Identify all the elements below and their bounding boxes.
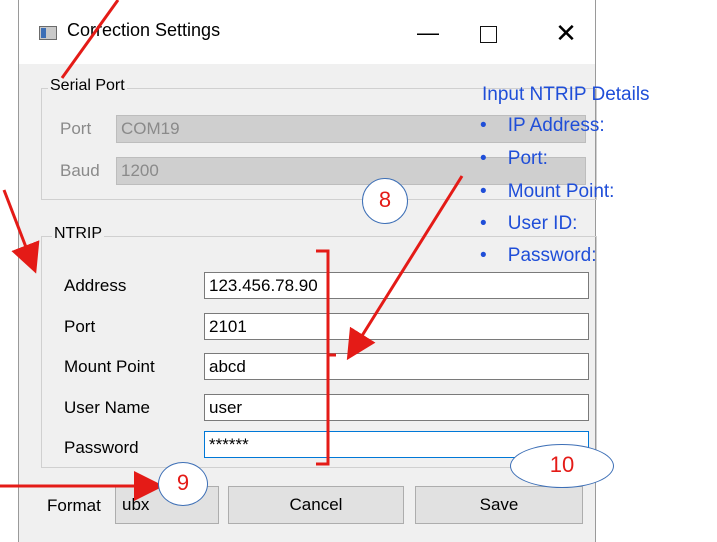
maximize-icon	[479, 26, 497, 43]
step-8-callout: 8	[362, 178, 408, 224]
ntrip-group-title: NTRIP	[52, 225, 104, 243]
app-icon	[39, 26, 57, 40]
port-field-label: Port	[64, 317, 96, 336]
annotation-bullet-4: • User ID:	[480, 213, 578, 234]
format-select-value: ubx	[122, 495, 150, 514]
format-label: Format	[47, 496, 101, 515]
step-9-callout: 9	[158, 462, 208, 506]
port-input[interactable]	[204, 313, 589, 340]
serial-port-group-title: Serial Port	[48, 77, 127, 95]
address-input[interactable]	[204, 272, 589, 299]
step-10-callout: 10	[510, 444, 614, 488]
minimize-icon: —	[417, 20, 439, 45]
mount-point-input[interactable]	[204, 353, 589, 380]
save-button[interactable]: Save	[415, 486, 583, 524]
user-name-input[interactable]	[204, 394, 589, 421]
annotation-bullet-2: • Port:	[480, 148, 548, 169]
annotation-bullet-5: • Password:	[480, 245, 597, 266]
close-icon: ✕	[555, 18, 577, 48]
mount-point-label: Mount Point	[64, 357, 155, 376]
correction-settings-window: Correction Settings — ✕ Serial Port Port…	[18, 0, 597, 542]
annotation-heading: Input NTRIP Details	[482, 84, 650, 105]
port-label: Port	[60, 119, 92, 138]
annotation-bullet-3: • Mount Point:	[480, 181, 615, 202]
baud-label: Baud	[60, 161, 100, 180]
close-button[interactable]: ✕	[541, 14, 591, 54]
minimize-button[interactable]: —	[403, 14, 453, 54]
window-title: Correction Settings	[67, 20, 221, 40]
user-name-label: User Name	[64, 398, 150, 417]
ntrip-group: NTRIP Address Port Mount Point User Name…	[41, 225, 597, 468]
cancel-button[interactable]: Cancel	[228, 486, 404, 524]
password-label: Password	[64, 438, 139, 457]
maximize-button[interactable]	[463, 14, 513, 54]
title-bar[interactable]: Correction Settings — ✕	[19, 0, 595, 64]
address-label: Address	[64, 276, 127, 295]
annotation-bullet-1: • IP Address:	[480, 115, 605, 136]
